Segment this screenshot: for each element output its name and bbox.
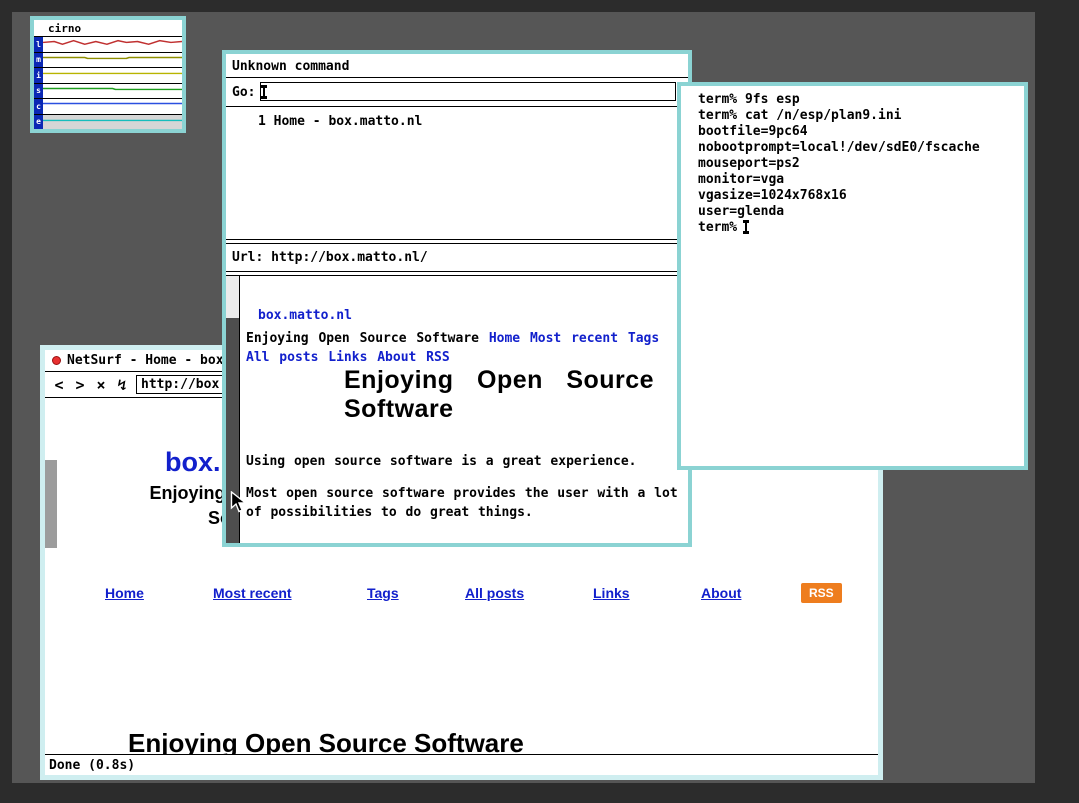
text-cursor-icon — [745, 221, 747, 233]
url-value: http://box.matto.nl/ — [271, 250, 428, 265]
stop-icon[interactable]: × — [94, 376, 108, 394]
divider — [226, 239, 688, 240]
site-nav-line1: Enjoying Open Source Software Home Most … — [246, 331, 659, 346]
mouse-cursor-icon — [230, 491, 248, 518]
nav-link-rss[interactable]: RSS — [801, 583, 842, 603]
stat-label: m — [34, 53, 43, 68]
terminal-output[interactable]: term% 9fs esp term% cat /n/esp/plan9.ini… — [681, 86, 1024, 236]
stat-row-mem: m — [34, 52, 182, 68]
terminal-line: nobootprompt=local!/dev/sdE0/fscache — [698, 140, 1024, 156]
stat-row-intr: i — [34, 67, 182, 83]
site-link[interactable]: box.matto.nl — [258, 308, 352, 323]
stat-label: l — [34, 37, 43, 52]
terminal-line: monitor=vga — [698, 172, 1024, 188]
terminal-line: bootfile=9pc64 — [698, 124, 1024, 140]
mothra-status-text: Unknown command — [232, 59, 349, 74]
stat-row-load: l — [34, 37, 182, 52]
stat-graph — [43, 68, 182, 83]
terminal-prompt-line: term% — [698, 220, 1024, 236]
site-nav-line2[interactable]: All posts Links About RSS — [246, 350, 450, 365]
status-bar: Done (0.8s) — [45, 754, 878, 775]
url-row: Url: http://box.matto.nl/ — [232, 250, 428, 265]
divider — [226, 106, 688, 107]
stat-graph — [43, 99, 182, 114]
nav-link-mostrecent[interactable]: Most recent — [213, 585, 292, 601]
scrollbar-thumb[interactable] — [45, 460, 57, 548]
terminal-line: term% cat /n/esp/plan9.ini — [698, 108, 1024, 124]
terminal-line: vgasize=1024x768x16 — [698, 188, 1024, 204]
page-heading-line: Software — [344, 395, 654, 424]
nav-links[interactable]: Home Most recent Tags — [489, 331, 659, 346]
stats-window-title: cirno — [34, 20, 182, 37]
body-text: Most open source software provides the u… — [246, 486, 678, 501]
body-text: of possibilities to do great things. — [246, 505, 533, 520]
stat-row-syscall: s — [34, 83, 182, 99]
body-text: Using open source software is a great ex… — [246, 454, 637, 469]
nav-link-home[interactable]: Home — [105, 585, 144, 601]
stat-label: s — [34, 84, 43, 99]
stats-rows: l m i s c — [34, 37, 182, 129]
terminal-window[interactable]: term% 9fs esp term% cat /n/esp/plan9.ini… — [677, 82, 1028, 470]
url-label: Url: — [232, 250, 263, 265]
stat-row-ether: e — [34, 114, 182, 130]
stats-window[interactable]: cirno l m i s c — [30, 16, 186, 133]
terminal-line: term% 9fs esp — [698, 92, 1024, 108]
scrollbar[interactable] — [45, 400, 57, 754]
stat-label: e — [34, 115, 43, 130]
page-heading: Enjoying Open Source Software — [128, 728, 524, 754]
nav-link-about[interactable]: About — [701, 585, 741, 601]
forward-icon[interactable]: > — [73, 376, 87, 394]
mothra-content: box.matto.nl Enjoying Open Source Softwa… — [226, 276, 688, 543]
nav-link-links[interactable]: Links — [593, 585, 630, 601]
page-heading-line: Enjoying Open Source — [344, 366, 654, 395]
nav-link-tags[interactable]: Tags — [367, 585, 399, 601]
stat-row-context: c — [34, 98, 182, 114]
stat-label: i — [34, 68, 43, 83]
stat-graph — [43, 84, 182, 99]
terminal-line: user=glenda — [698, 204, 1024, 220]
divider — [226, 243, 688, 244]
stat-graph — [43, 115, 182, 130]
page-heading: Enjoying Open Source Software — [344, 366, 654, 424]
stat-graph — [43, 37, 182, 52]
reload-icon[interactable]: ↯ — [115, 376, 129, 394]
stat-graph — [43, 53, 182, 68]
stat-label: c — [34, 99, 43, 114]
terminal-line: mouseport=ps2 — [698, 156, 1024, 172]
go-label: Go: — [232, 85, 255, 100]
go-input[interactable] — [260, 82, 676, 101]
site-nav: Home Most recent Tags All posts Links Ab… — [45, 583, 878, 605]
nav-link-allposts[interactable]: All posts — [465, 585, 524, 601]
mothra-window[interactable]: Unknown command Go: 1 Home - box.matto.n… — [222, 50, 692, 547]
throbber-icon — [52, 356, 61, 365]
site-title-text: Enjoying Open Source Software — [246, 331, 479, 346]
text-cursor-icon — [263, 86, 265, 98]
terminal-prompt: term% — [698, 220, 737, 235]
back-icon[interactable]: < — [52, 376, 66, 394]
divider — [226, 271, 688, 272]
history-item[interactable]: 1 Home - box.matto.nl — [258, 114, 422, 129]
divider — [226, 77, 688, 78]
